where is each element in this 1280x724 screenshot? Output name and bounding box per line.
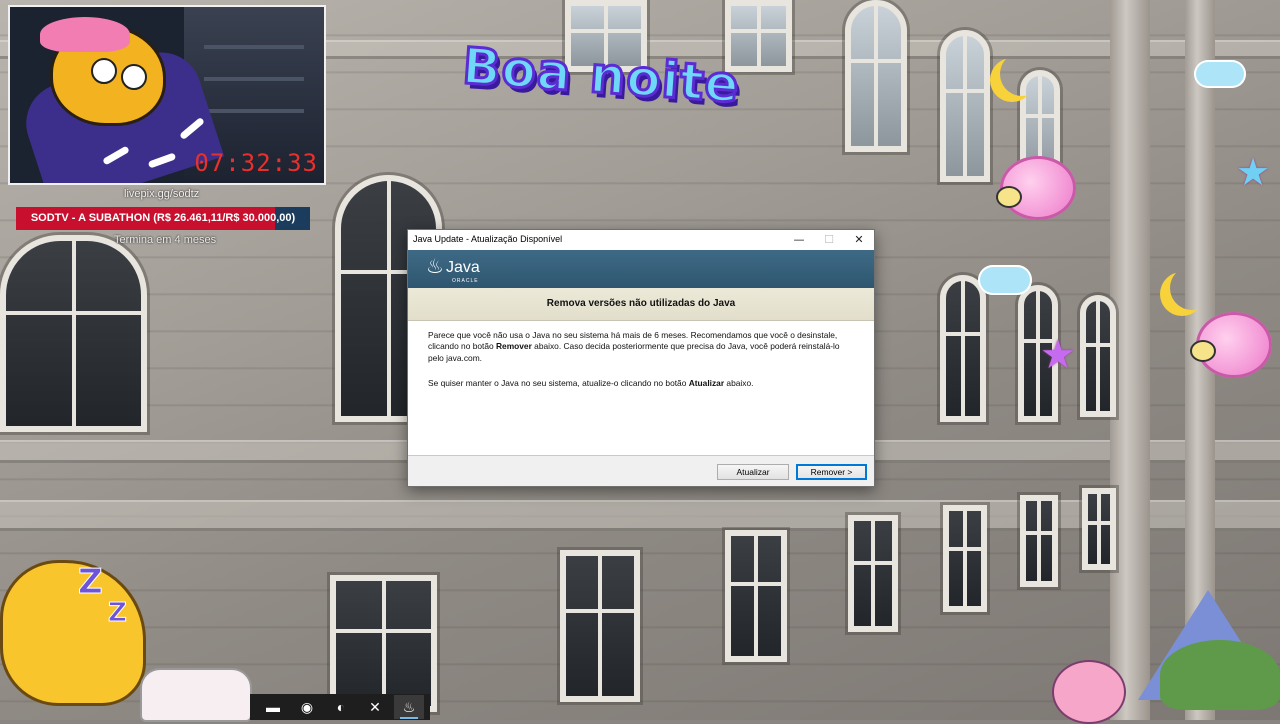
title-bar[interactable]: Java Update - Atualização Disponível — ☐…	[408, 230, 874, 250]
java-update-dialog: Java Update - Atualização Disponível — ☐…	[407, 229, 875, 487]
message-paragraph-1: Parece que você não usa o Java no seu si…	[428, 330, 854, 364]
facade-pillar	[1110, 0, 1150, 720]
text-segment: abaixo.	[724, 378, 754, 388]
building-window	[940, 30, 990, 182]
sheep-head	[1190, 340, 1216, 362]
text-bold: Atualizar	[688, 378, 725, 388]
dialog-heading: Remova versões não utilizadas do Java	[546, 298, 736, 309]
star-icon: ★	[1236, 152, 1271, 194]
sheep-sticker	[996, 156, 1076, 220]
livepix-link: livepix.gg/sodtz	[124, 188, 200, 200]
sleep-z-icon: Z	[108, 598, 128, 629]
building-window	[1082, 488, 1116, 570]
text-bold: Remover	[495, 341, 532, 352]
oracle-logo-text: ORACLE	[452, 278, 479, 284]
heading-bar: Remova versões não utilizadas do Java	[408, 288, 874, 321]
eye	[121, 64, 147, 90]
moon-icon	[1170, 266, 1214, 310]
sheep-head	[996, 186, 1022, 208]
building-window	[845, 0, 907, 152]
shelf	[204, 77, 304, 81]
cat-sticker	[140, 668, 252, 722]
sleep-cap	[40, 17, 130, 52]
building-window	[725, 530, 787, 662]
java-logo-text: Java	[446, 259, 480, 276]
stream-timer: 07:32:33	[194, 149, 318, 177]
moon-icon	[1000, 52, 1044, 96]
sheep-sticker	[1190, 312, 1272, 378]
kirby-sticker	[1052, 660, 1126, 724]
edge-icon[interactable]: ◐	[326, 695, 356, 719]
webcam-overlay: 07:32:33	[8, 5, 326, 185]
java-banner: ♨ Java ORACLE	[408, 250, 874, 288]
sleep-z-icon: Z	[78, 562, 104, 603]
taskbar: ▬ ◉ ◐ ✕ ♨	[250, 694, 430, 720]
file-explorer-icon[interactable]: ▬	[258, 695, 288, 719]
discord-icon[interactable]: ◉	[292, 695, 322, 719]
dialog-content: Parece que você não usa o Java no seu si…	[408, 321, 874, 456]
building-window	[940, 275, 986, 422]
greeting-text: Boa noite	[459, 35, 743, 115]
cloud-icon	[1194, 60, 1246, 88]
window-title: Java Update - Atualização Disponível	[413, 234, 563, 244]
java-update-icon[interactable]: ♨	[394, 695, 424, 719]
message-paragraph-2: Se quiser manter o Java no seu sistema, …	[428, 378, 854, 389]
eye	[91, 58, 117, 84]
cloud-icon	[978, 265, 1032, 295]
building-window	[1080, 295, 1116, 417]
building-window	[560, 550, 640, 702]
java-cup-icon: ♨	[426, 254, 444, 278]
building-window	[848, 515, 898, 632]
app-icon[interactable]: ✕	[360, 695, 390, 719]
goal-subtext: Termina em 4 meses	[114, 234, 217, 246]
frog-sticker	[1160, 640, 1280, 710]
shelf	[204, 109, 304, 113]
goal-label: SODTV - A SUBATHON (R$ 26.461,11/R$ 30.0…	[30, 212, 296, 224]
building-window	[0, 235, 147, 432]
star-icon: ★	[1040, 333, 1076, 377]
building-window	[943, 505, 987, 612]
minimize-button[interactable]: —	[784, 230, 814, 250]
close-button[interactable]: ✕	[844, 230, 874, 250]
update-button[interactable]: Atualizar	[717, 464, 789, 480]
text-segment: Se quiser manter o Java no seu sistema, …	[428, 378, 689, 388]
subathon-goal-bar: SODTV - A SUBATHON (R$ 26.461,11/R$ 30.0…	[16, 207, 310, 230]
remove-button[interactable]: Remover >	[796, 464, 867, 480]
maximize-button: ☐	[824, 233, 834, 246]
building-window	[1020, 495, 1058, 587]
building-window	[330, 575, 437, 712]
shelf	[204, 45, 304, 49]
